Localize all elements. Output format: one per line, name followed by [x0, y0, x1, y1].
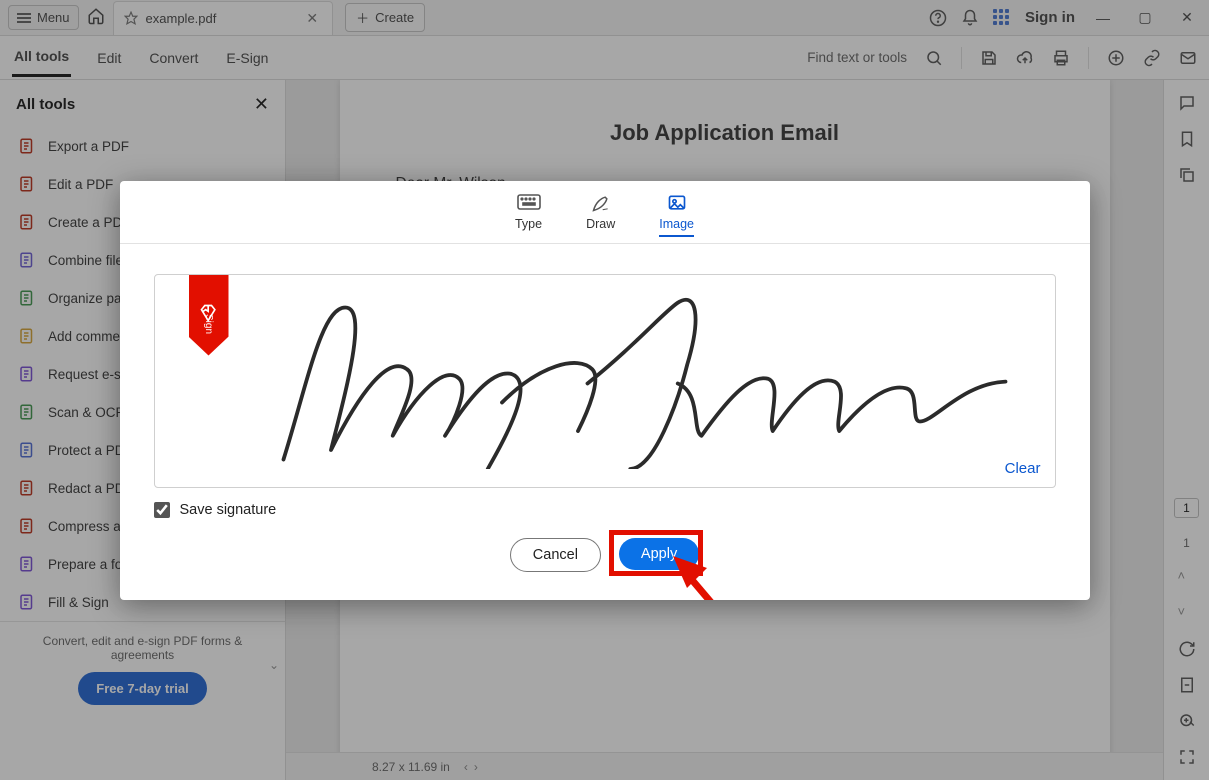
save-signature-row: Save signature — [120, 498, 1090, 518]
tab-image[interactable]: Image — [659, 193, 694, 237]
pen-icon — [589, 193, 613, 213]
signature-image — [255, 279, 1015, 469]
signature-tabs: Type Draw Image — [120, 181, 1090, 244]
annotation-arrow-icon — [673, 556, 753, 600]
signature-canvas[interactable]: Sign Clear — [154, 274, 1056, 488]
signature-modal: Type Draw Image Sign Clear Save sign — [120, 181, 1090, 600]
sign-ribbon: Sign — [189, 274, 229, 356]
keyboard-icon — [517, 193, 541, 213]
modal-overlay: Type Draw Image Sign Clear Save sign — [0, 0, 1209, 780]
tab-draw-label: Draw — [586, 217, 615, 231]
tab-image-label: Image — [659, 217, 694, 231]
ribbon-text: Sign — [203, 314, 214, 334]
clear-signature-link[interactable]: Clear — [1005, 460, 1041, 477]
tab-type-label: Type — [515, 217, 542, 231]
save-signature-label: Save signature — [180, 502, 277, 518]
save-signature-checkbox[interactable] — [154, 502, 170, 518]
image-icon — [665, 193, 689, 213]
tab-type[interactable]: Type — [515, 193, 542, 237]
tab-draw[interactable]: Draw — [586, 193, 615, 237]
cancel-button[interactable]: Cancel — [510, 538, 601, 572]
